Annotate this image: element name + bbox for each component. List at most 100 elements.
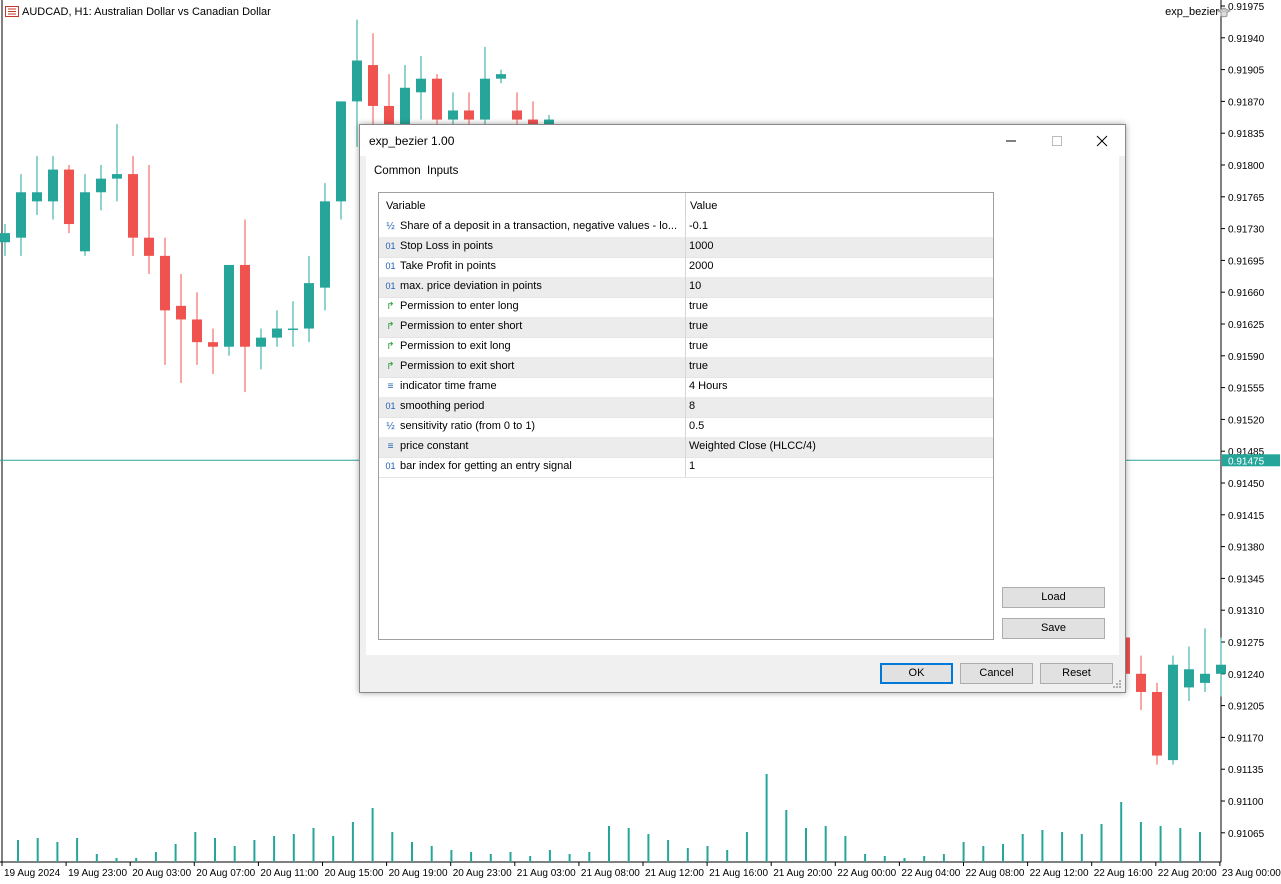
table-row[interactable]: ≡ price constant Weighted Close (HLCC/4) [379, 437, 993, 458]
price-tick-label: 0.91800 [1228, 161, 1265, 172]
integer-icon: 01 [385, 281, 396, 291]
table-row[interactable]: ↱ Permission to enter long true [379, 297, 993, 318]
candle-body [288, 328, 298, 331]
price-tick-label: 0.91170 [1228, 733, 1264, 744]
variable-value[interactable]: 0.5 [689, 420, 704, 432]
time-tick-label: 22 Aug 04:00 [901, 868, 960, 879]
price-tick-label: 0.91135 [1228, 765, 1264, 776]
candle-body [256, 337, 266, 347]
tab-common[interactable]: Common [374, 165, 421, 177]
expert-hat-icon [1217, 7, 1231, 18]
price-tick-label: 0.91975 [1228, 2, 1265, 13]
variable-name: Permission to exit short [400, 360, 515, 372]
variable-value[interactable]: 4 Hours [689, 380, 728, 392]
table-row[interactable]: ½ Share of a deposit in a transaction, ne… [379, 217, 993, 238]
variable-value[interactable]: 1 [689, 460, 695, 472]
price-tick-label: 0.91765 [1228, 193, 1265, 204]
candle-body [192, 319, 202, 343]
candle-body [224, 264, 234, 347]
resize-grip-icon[interactable] [1112, 679, 1122, 689]
fraction-icon: ½ [386, 221, 395, 232]
table-row[interactable]: ≡ indicator time frame 4 Hours [379, 377, 993, 398]
table-row[interactable]: ½ sensitivity ratio (from 0 to 1) 0.5 [379, 417, 993, 438]
time-tick-label: 21 Aug 16:00 [709, 868, 768, 879]
table-row[interactable]: 01 max. price deviation in points 10 [379, 277, 993, 298]
time-tick-label: 20 Aug 11:00 [260, 868, 319, 879]
variable-name: Permission to enter long [400, 300, 519, 312]
inputs-table: Variable Value ½ Share of a deposit in a … [378, 192, 994, 640]
minimize-button[interactable] [988, 125, 1034, 156]
reset-button[interactable]: Reset [1040, 663, 1113, 684]
integer-icon: 01 [385, 401, 396, 411]
time-tick-label: 21 Aug 08:00 [581, 868, 640, 879]
table-row[interactable]: 01 bar index for getting an entry signal 1 [379, 457, 993, 478]
expert-advisor-label[interactable]: exp_bezier [1165, 6, 1219, 18]
price-tick-label: 0.91870 [1228, 97, 1265, 108]
close-button[interactable] [1079, 125, 1125, 156]
variable-value[interactable]: 2000 [689, 260, 713, 272]
variable-value[interactable]: true [689, 340, 708, 352]
price-tick-label: 0.91695 [1228, 256, 1265, 267]
dialog-titlebar[interactable]: exp_bezier 1.00 [360, 125, 1125, 156]
variable-value[interactable]: 10 [689, 280, 701, 292]
integer-icon: 01 [385, 261, 396, 271]
close-icon [1096, 135, 1108, 146]
ok-button[interactable]: OK [880, 663, 953, 684]
table-header: Variable Value [379, 193, 993, 217]
cancel-button[interactable]: Cancel [960, 663, 1033, 684]
variable-value[interactable]: true [689, 300, 708, 312]
variable-name: Permission to exit long [400, 340, 511, 352]
price-tick-label: 0.91100 [1228, 797, 1264, 808]
variable-value[interactable]: -0.1 [689, 220, 708, 232]
table-row[interactable]: ↱ Permission to exit long true [379, 337, 993, 358]
dialog-footer: OK Cancel Reset [360, 655, 1125, 692]
inputs-dialog: exp_bezier 1.00 Common Inputs Variable V… [359, 124, 1126, 693]
price-tick-label: 0.91905 [1228, 66, 1265, 77]
price-tick-label: 0.91730 [1228, 225, 1265, 236]
candle-body [1168, 664, 1178, 761]
variable-value[interactable]: true [689, 360, 708, 372]
integer-icon: 01 [385, 461, 396, 471]
variable-value[interactable]: 1000 [689, 240, 713, 252]
candle-body [80, 192, 90, 252]
variable-value[interactable]: Weighted Close (HLCC/4) [689, 440, 816, 452]
price-tick-label: 0.91065 [1228, 829, 1265, 840]
variable-name: Share of a deposit in a transaction, neg… [400, 220, 677, 232]
tab-inputs[interactable]: Inputs [427, 165, 458, 177]
time-tick-label: 20 Aug 23:00 [453, 868, 512, 879]
table-row[interactable]: 01 smoothing period 8 [379, 397, 993, 418]
save-button[interactable]: Save [1002, 618, 1105, 639]
time-tick-label: 21 Aug 03:00 [517, 868, 576, 879]
column-header-variable[interactable]: Variable [386, 200, 426, 212]
variable-value[interactable]: 8 [689, 400, 695, 412]
price-tick-label: 0.91310 [1228, 606, 1265, 617]
table-row[interactable]: ↱ Permission to enter short true [379, 317, 993, 338]
price-tick-label: 0.91660 [1228, 288, 1265, 299]
minimize-icon [1006, 140, 1016, 141]
candle-body [512, 110, 522, 120]
candle-body [1152, 691, 1162, 756]
candle-body [16, 192, 26, 238]
candle-body [352, 60, 362, 102]
price-tick-label: 0.91450 [1228, 479, 1265, 490]
variable-name: sensitivity ratio (from 0 to 1) [400, 420, 536, 432]
table-row[interactable]: ↱ Permission to exit short true [379, 357, 993, 378]
load-button[interactable]: Load [1002, 587, 1105, 608]
time-tick-label: 22 Aug 12:00 [1030, 868, 1089, 879]
candle-body [336, 101, 346, 202]
time-tick-label: 22 Aug 00:00 [837, 868, 896, 879]
price-tick-label: 0.91835 [1228, 129, 1265, 140]
column-header-value[interactable]: Value [690, 200, 717, 212]
variable-value[interactable]: true [689, 320, 708, 332]
dialog-title: exp_bezier 1.00 [369, 134, 455, 148]
candle-body [240, 264, 250, 347]
table-row[interactable]: 01 Take Profit in points 2000 [379, 257, 993, 278]
bool-icon: ↱ [386, 341, 395, 352]
candle-body [160, 255, 170, 311]
variable-name: price constant [400, 440, 469, 452]
bool-icon: ↱ [386, 361, 395, 372]
time-tick-label: 19 Aug 2024 [4, 868, 61, 879]
candle-body [32, 192, 42, 202]
price-tick-label: 0.91240 [1228, 670, 1265, 681]
table-row[interactable]: 01 Stop Loss in points 1000 [379, 237, 993, 258]
